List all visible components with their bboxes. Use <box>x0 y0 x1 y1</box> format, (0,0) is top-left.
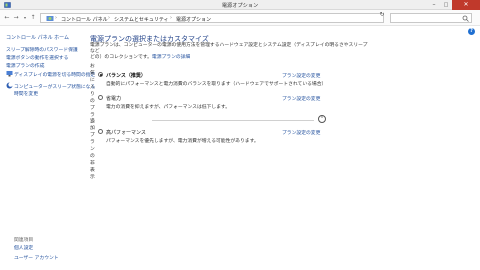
address-bar: ← → ▾ ↑ › コントロール パネル › システムとセキュリティ › 電源オ… <box>0 10 480 26</box>
plan-radio-high-performance[interactable] <box>98 129 103 134</box>
plan-radio-balanced[interactable] <box>98 72 103 77</box>
sidebar-item-display-off[interactable]: ディスプレイの電源を切る時間の指定 <box>14 71 95 78</box>
plan-desc-balanced: 自動的にパフォーマンスと電力消費のバランスを取ります（ハードウェアでサポートされ… <box>106 82 327 87</box>
sidebar-item-sleep-time-line2[interactable]: 時間を変更 <box>14 90 38 97</box>
search-input[interactable] <box>390 13 472 23</box>
sidebar-item-wakeup-password[interactable]: スリープ解除時のパスワード保護 <box>6 46 78 53</box>
power-plan-details-link[interactable]: 電源プランの詳細 <box>152 55 190 60</box>
help-icon[interactable]: ? <box>468 28 475 35</box>
plan-radio-power-saver[interactable] <box>98 95 103 100</box>
related-heading: 関連項目 <box>14 238 34 243</box>
refresh-icon[interactable]: ↻ <box>378 10 386 20</box>
up-arrow-icon[interactable]: ↑ <box>29 13 37 22</box>
related-personalization-link[interactable]: 個人設定 <box>14 244 33 251</box>
recent-pages-icon[interactable]: ▾ <box>21 13 29 22</box>
plan-name-high-performance[interactable]: 高パフォーマンス <box>106 129 146 136</box>
plan-name-power-saver[interactable]: 省電力 <box>106 95 121 102</box>
search-icon <box>462 15 469 22</box>
plan-desc-power-saver: 電力の消費を抑えますが、パフォーマンスは低下します。 <box>106 105 231 110</box>
display-icon <box>6 71 13 77</box>
additional-plans-heading[interactable]: 追加プランの非表示 <box>90 117 95 180</box>
section-divider <box>152 120 314 121</box>
window-title: 電源オプション <box>221 3 259 9</box>
breadcrumb-separator: › <box>170 15 172 21</box>
close-button[interactable]: ✕ <box>452 0 480 10</box>
sidebar: コントロール パネル ホーム スリープ解除時のパスワード保護 電源ボタンの動作を… <box>0 26 95 270</box>
back-arrow-icon[interactable]: ← <box>3 13 11 22</box>
page-description: 電源プランは、コンピューターの電源の使用方法を管理するハードウェア設定とシステム… <box>90 43 370 61</box>
preferred-plans-heading: お気に入りのプラン <box>90 64 95 125</box>
maximize-button[interactable]: □ <box>440 0 452 10</box>
moon-sleep-icon <box>6 82 13 89</box>
breadcrumb-separator: › <box>108 15 110 21</box>
breadcrumb-separator: › <box>55 15 57 21</box>
sidebar-item-create-plan[interactable]: 電源プランの作成 <box>6 62 44 69</box>
plan-settings-link-power-saver[interactable]: プラン設定の変更 <box>282 95 320 102</box>
sidebar-item-sleep-time[interactable]: コンピューターがスリープ状態になる <box>14 83 95 90</box>
address-input[interactable]: › コントロール パネル › システムとセキュリティ › 電源オプション ▾ <box>40 13 415 23</box>
description-line-2: どの）のコレクションです。電源プランの詳細 <box>90 55 370 61</box>
collapse-chevron-icon[interactable]: ⌃ <box>318 115 326 123</box>
plan-settings-link-high-performance[interactable]: プラン設定の変更 <box>282 129 320 136</box>
minimize-button[interactable]: – <box>428 0 440 10</box>
breadcrumb-system-security[interactable]: システムとセキュリティ <box>114 16 169 23</box>
plan-name-balanced[interactable]: バランス（推奨） <box>106 72 146 79</box>
description-line-1: 電源プランは、コンピューターの電源の使用方法を管理するハードウェア設定とシステム… <box>90 43 368 54</box>
sidebar-home-link[interactable]: コントロール パネル ホーム <box>6 34 69 41</box>
plan-settings-link-balanced[interactable]: プラン設定の変更 <box>282 72 320 79</box>
sidebar-item-power-buttons[interactable]: 電源ボタンの動作を選択する <box>6 54 68 61</box>
forward-arrow-icon[interactable]: → <box>12 13 20 22</box>
description-line-2-text: どの）のコレクションです。 <box>90 55 152 60</box>
control-panel-icon <box>46 16 54 21</box>
breadcrumb-control-panel[interactable]: コントロール パネル <box>61 16 108 23</box>
breadcrumb-power-options[interactable]: 電源オプション <box>176 16 211 23</box>
plan-desc-high-performance: パフォーマンスを優先しますが、電力消費が増える可能性があります。 <box>106 139 259 144</box>
related-user-accounts-link[interactable]: ユーザー アカウント <box>14 254 59 261</box>
title-bar: 電源オプション – □ ✕ <box>0 0 480 10</box>
